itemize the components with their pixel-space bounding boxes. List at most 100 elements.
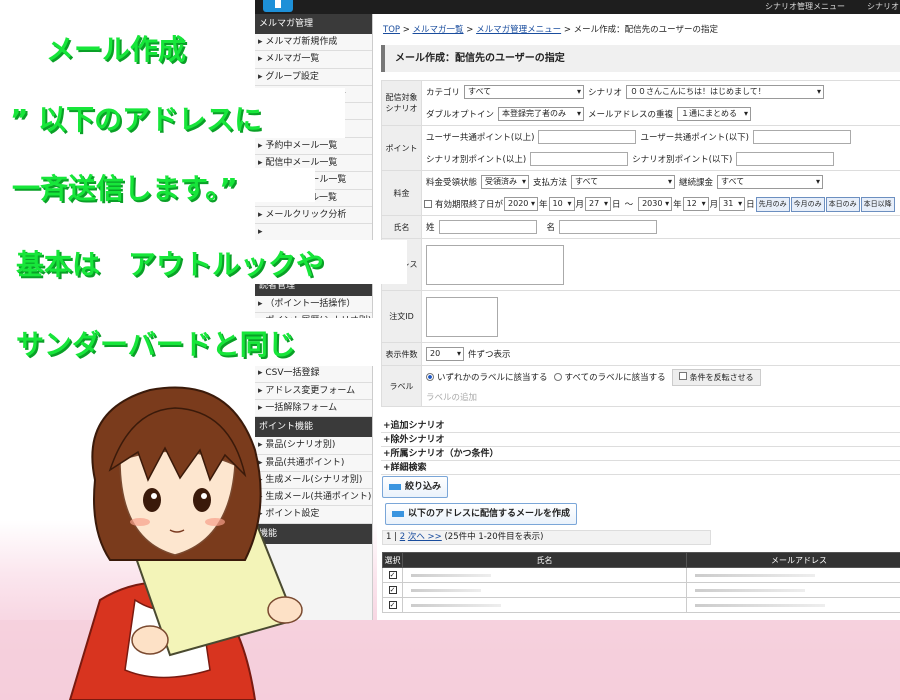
breadcrumb-separator: > <box>466 25 474 35</box>
to-year-select[interactable]: 2030 <box>638 197 673 211</box>
redacted-name <box>411 573 491 577</box>
breadcrumb-mailmag-menu[interactable]: メルマガ管理メニュー <box>476 25 561 35</box>
pager-separator: | <box>394 532 397 542</box>
sidebar-item-mailmag-1[interactable]: メルマガ一覧 <box>255 51 372 69</box>
scenario-select[interactable]: ００さんこんにちは！はじめまして！ <box>626 85 825 99</box>
col-email: メールアドレス <box>686 552 900 568</box>
row-checkbox[interactable]: ✓ <box>388 571 397 579</box>
extra-conditions: +追加シナリオ +除外シナリオ +所属シナリオ（かつ条件） +詳細検索 <box>381 419 900 475</box>
add-scenario-toggle[interactable]: +追加シナリオ <box>381 419 900 433</box>
label-label: ラベル <box>381 365 422 407</box>
display-count-label: 表示件数 <box>381 342 422 366</box>
fee-status-select[interactable]: 受領済み <box>481 175 530 189</box>
common-point-min-label: ユーザー共通ポイント(以上) <box>426 133 535 143</box>
arrow-icon <box>392 510 404 517</box>
sidebar-item-mailmag-6[interactable]: 予約中メール一覧 <box>255 137 372 156</box>
sidebar-item-mailmag-10[interactable]: メールクリック分析 <box>255 206 372 225</box>
breadcrumb-top[interactable]: TOP <box>383 25 400 35</box>
duplicate-label: メールアドレスの重複 <box>588 110 674 120</box>
to-day-select[interactable]: 31 <box>719 197 746 211</box>
invert-text: 条件を反転させる <box>689 372 754 382</box>
name-label: 氏名 <box>381 215 422 239</box>
from-year-select[interactable]: 2020 <box>504 197 539 211</box>
today-only-button[interactable]: 本日のみ <box>825 196 860 212</box>
row-checkbox[interactable]: ✓ <box>388 586 397 594</box>
detail-search-toggle[interactable]: +詳細検索 <box>381 461 900 475</box>
display-count-suffix: 件ずつ表示 <box>468 350 511 360</box>
double-optin-label: ダブルオプトイン <box>426 110 495 120</box>
redacted-name <box>411 588 481 592</box>
exclude-scenario-toggle[interactable]: +除外シナリオ <box>381 433 900 447</box>
last-name-input[interactable] <box>438 220 537 234</box>
sidebar-item-readers-0[interactable]: （ポイント一括操作） <box>255 296 372 314</box>
scenario-point-min-label: シナリオ別ポイント(以上) <box>426 155 527 165</box>
topbar-link-scenario[interactable]: シナリオ <box>867 1 899 12</box>
main-content: TOP > メルマガ一覧 > メルマガ管理メニュー > メール作成：配信先のユー… <box>377 14 900 620</box>
caption-backdrop <box>255 88 345 138</box>
first-name-input[interactable] <box>559 220 658 234</box>
category-select[interactable]: すべて <box>464 85 585 99</box>
sidebar-item-mailmag-2[interactable]: グループ設定 <box>255 68 372 86</box>
payment-method-select[interactable]: すべて <box>571 175 676 189</box>
pager-summary: (25件中 1-20件目を表示) <box>444 532 544 542</box>
from-month-select[interactable]: 10 <box>548 197 575 211</box>
radio-all-text: すべてのラベルに該当する <box>564 373 666 383</box>
col-name: 氏名 <box>402 552 687 568</box>
redacted-email <box>695 588 805 592</box>
add-label-link[interactable]: ラベルの追加 <box>426 391 477 403</box>
character-illustration <box>68 386 303 700</box>
pager-page-2[interactable]: 2 <box>400 532 405 542</box>
this-month-button[interactable]: 今月のみ <box>790 196 825 212</box>
display-count-select[interactable]: 20 <box>426 347 464 361</box>
double-optin-select[interactable]: 本登録完了者のみ <box>498 107 585 121</box>
redacted-email <box>695 603 825 607</box>
order-id-textarea[interactable] <box>426 296 498 337</box>
continued-billing-select[interactable]: すべて <box>717 175 824 189</box>
pager-next-link[interactable]: 次へ >> <box>408 532 442 542</box>
app-logo <box>263 0 293 12</box>
breadcrumb: TOP > メルマガ一覧 > メルマガ管理メニュー > メール作成：配信先のユー… <box>383 23 718 35</box>
caption-line-4: 基本は アウトルックや <box>16 248 325 281</box>
common-point-max-input[interactable] <box>752 130 851 144</box>
create-mail-button[interactable]: 以下のアドレスに配信するメールを作成 <box>385 503 578 525</box>
first-name-label: 名 <box>546 223 556 233</box>
topbar-link-scenario-menu[interactable]: シナリオ管理メニュー <box>765 1 845 12</box>
radio-any-label[interactable] <box>426 373 434 381</box>
table-row: ✓ <box>382 582 900 598</box>
caption-line-5: サンダーバードと同じ <box>16 328 296 361</box>
point-label: ポイント <box>381 125 422 171</box>
address-textarea[interactable] <box>426 244 564 285</box>
scenario-point-max-input[interactable] <box>736 152 835 166</box>
to-month-select[interactable]: 12 <box>682 197 709 211</box>
pager: 1 | 2 次へ >> (25件中 1-20件目を表示) <box>382 530 711 545</box>
scenario-label: シナリオ <box>588 88 623 98</box>
caption-line-2: ” 以下のアドレスに <box>10 103 263 136</box>
invert-checkbox[interactable] <box>678 371 687 380</box>
common-point-min-input[interactable] <box>538 130 637 144</box>
filter-button-label: 絞り込み <box>405 482 442 492</box>
row-checkbox[interactable]: ✓ <box>388 601 397 609</box>
after-today-button[interactable]: 本日以降 <box>860 196 895 212</box>
scenario-point-max-label: シナリオ別ポイント(以下) <box>632 155 733 165</box>
payment-method-label: 支払方法 <box>533 178 568 188</box>
expiry-checkbox[interactable] <box>424 200 432 208</box>
common-point-max-label: ユーザー共通ポイント(以下) <box>640 133 749 143</box>
pager-current: 1 <box>386 532 392 542</box>
continued-billing-label: 継続課金 <box>679 178 714 188</box>
page-title: メール作成：配信先のユーザーの指定 <box>381 45 900 72</box>
scenario-point-min-input[interactable] <box>530 152 629 166</box>
duplicate-select[interactable]: １通にまとめる <box>677 107 752 121</box>
belong-scenario-toggle[interactable]: +所属シナリオ（かつ条件） <box>381 447 900 461</box>
sidebar-item-mailmag-11[interactable] <box>255 224 372 242</box>
from-day-select[interactable]: 27 <box>585 197 612 211</box>
col-select: 選択 <box>382 552 403 568</box>
caption-line-1: メール作成 <box>46 33 187 66</box>
filter-button[interactable]: 絞り込み <box>382 476 449 498</box>
radio-all-label[interactable] <box>553 373 562 381</box>
invert-condition-button[interactable]: 条件を反転させる <box>671 368 761 386</box>
fee-status-label: 料金受領状態 <box>426 178 478 188</box>
last-month-button[interactable]: 先月のみ <box>755 196 790 212</box>
sidebar-item-mailmag-0[interactable]: メルマガ新規作成 <box>255 34 372 52</box>
breadcrumb-mailmag-list[interactable]: メルマガ一覧 <box>413 25 464 35</box>
app-topbar: シナリオ管理メニュー シナリオ <box>255 0 900 14</box>
